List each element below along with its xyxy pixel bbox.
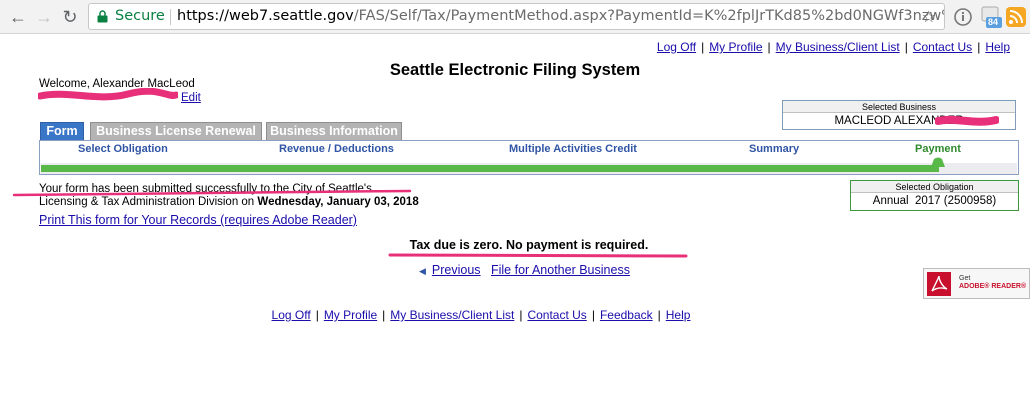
welcome-text: Welcome, Alexander MacLeod (39, 78, 195, 90)
adobe-reader-text: Get ADOBE® READER® (959, 275, 1026, 291)
top-business-list-link[interactable]: My Business/Client List (776, 40, 900, 54)
url-divider (170, 9, 171, 25)
step-revenue-deductions[interactable]: Revenue / Deductions (279, 143, 394, 155)
link-separator: | (315, 308, 319, 322)
url-host: https://web7.seattle.gov (177, 8, 354, 24)
adobe-get-label: Get (959, 275, 971, 282)
redaction-mark (38, 88, 178, 101)
tab-business-license-renewal[interactable]: Business License Renewal (90, 122, 262, 140)
submission-message-prefix: Licensing & Tax Administration Division … (39, 196, 255, 208)
tab-business-information[interactable]: Business Information (266, 122, 402, 140)
browser-toolbar: ← → ↻ Secure https://web7.seattle.gov/FA… (0, 0, 1030, 34)
link-separator: | (701, 40, 705, 54)
extension-badge: 84 (988, 17, 999, 27)
submission-message: Your form has been submitted successfull… (39, 183, 419, 209)
footer-feedback-link[interactable]: Feedback (600, 308, 653, 322)
footer-logoff-link[interactable]: Log Off (272, 308, 311, 322)
top-logoff-link[interactable]: Log Off (657, 40, 696, 54)
bottom-navigation: ◀ Previous File for Another Business (419, 263, 630, 277)
selected-business-value: MACLEOD ALEXANDER (783, 113, 1015, 129)
forward-arrow-icon[interactable]: → (32, 5, 56, 29)
selected-business-label: Selected Business (783, 101, 1015, 113)
link-separator: | (519, 308, 523, 322)
top-myprofile-link[interactable]: My Profile (709, 40, 762, 54)
link-separator: | (382, 308, 386, 322)
step-summary[interactable]: Summary (749, 143, 799, 155)
top-contact-link[interactable]: Contact Us (913, 40, 972, 54)
step-payment: Payment (915, 143, 961, 155)
adobe-reader-icon (927, 272, 951, 296)
progress-marker-icon (931, 157, 945, 167)
link-separator: | (591, 308, 595, 322)
extension-icon[interactable]: 84 (980, 5, 1002, 29)
selected-obligation-value: Annual 2017 (2500958) (872, 195, 997, 207)
file-another-business-link[interactable]: File for Another Business (491, 263, 630, 277)
secure-label: Secure (115, 8, 165, 24)
top-help-link[interactable]: Help (985, 40, 1010, 54)
adobe-reader-label: ADOBE® READER® (959, 283, 1027, 290)
link-separator: | (767, 40, 771, 54)
step-select-obligation[interactable]: Select Obligation (78, 143, 168, 155)
selected-obligation-box: Selected Obligation Annual 2017 (2500958… (850, 180, 1019, 211)
footer-help-link[interactable]: Help (666, 308, 691, 322)
link-separator: | (904, 40, 908, 54)
submission-message-line2: Licensing & Tax Administration Division … (39, 196, 419, 209)
link-separator: | (657, 308, 661, 322)
edit-profile-link[interactable]: Edit (181, 92, 201, 104)
step-multiple-activities-credit[interactable]: Multiple Activities Credit (509, 143, 637, 155)
tab-form[interactable]: Form (40, 122, 84, 140)
previous-link[interactable]: Previous (432, 263, 481, 277)
footer-business-list-link[interactable]: My Business/Client List (390, 308, 514, 322)
link-separator: | (977, 40, 981, 54)
tax-due-message: Tax due is zero. No payment is required. (409, 238, 649, 252)
progress-bar-fill (41, 165, 939, 172)
selected-obligation-label: Selected Obligation (851, 181, 1018, 193)
footer-contact-link[interactable]: Contact Us (527, 308, 586, 322)
reload-icon[interactable]: ↻ (58, 5, 82, 29)
previous-arrow-icon: ◀ (419, 266, 426, 276)
progress-bar (41, 157, 1017, 174)
submission-date: Wednesday, January 03, 2018 (257, 196, 419, 208)
lock-icon (97, 10, 108, 23)
print-form-link[interactable]: Print This form for Your Records (requir… (39, 213, 357, 227)
rss-icon[interactable] (1006, 7, 1026, 27)
address-bar[interactable]: Secure https://web7.seattle.gov/FAS/Self… (88, 3, 945, 30)
footer-myprofile-link[interactable]: My Profile (324, 308, 377, 322)
footer-links: Log Off | My Profile | My Business/Client Li… (0, 308, 962, 322)
top-nav-links: Log Off | My Profile | My Business/Client Li… (657, 40, 1010, 54)
submission-message-line1: Your form has been submitted successfull… (39, 183, 372, 195)
url-text: https://web7.seattle.gov/FAS/Self/Tax/Pa… (177, 4, 945, 29)
selected-business-name: MACLEOD ALEXANDER (834, 115, 964, 127)
back-arrow-icon[interactable]: ← (6, 5, 30, 29)
get-adobe-reader-badge[interactable]: Get ADOBE® READER® (923, 268, 1030, 299)
info-icon[interactable] (953, 7, 973, 27)
selected-business-box: Selected Business MACLEOD ALEXANDER (782, 100, 1016, 130)
bookmark-star-icon[interactable]: ☆ (922, 4, 936, 29)
url-path: /FAS/Self/Tax/PaymentMethod.aspx?Payment… (353, 8, 945, 24)
progress-steps: Select Obligation Revenue / Deductions M… (39, 140, 1019, 175)
